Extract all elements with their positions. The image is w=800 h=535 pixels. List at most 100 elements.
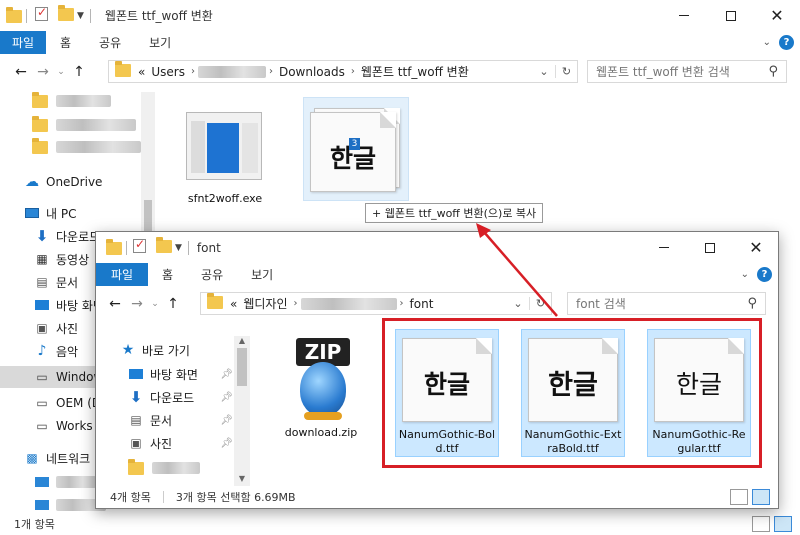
pin-icon[interactable]: 📌︎ (220, 438, 233, 449)
computer-icon (34, 475, 50, 489)
address-dropdown-icon[interactable]: ⌄ (533, 65, 555, 78)
sidebar-item-onedrive[interactable]: ☁ OneDrive (24, 171, 102, 193)
sidebar-item-this-pc[interactable]: 내 PC (24, 202, 76, 224)
details-view-button[interactable] (730, 489, 748, 505)
chevron-right-icon[interactable]: › (351, 66, 355, 77)
recent-dropdown-icon[interactable]: ⌄ (54, 67, 68, 77)
large-icons-view-button[interactable] (752, 489, 770, 505)
breadcrumb-downloads[interactable]: Downloads (279, 65, 345, 79)
sidebar-item-documents[interactable]: ▤ 문서 📌︎ (128, 409, 233, 431)
tab-file[interactable]: 파일 (96, 263, 148, 286)
tab-home[interactable]: 홈 (46, 31, 85, 54)
sidebar-item-desktop[interactable]: 바탕 화면 📌︎ (128, 363, 233, 385)
address-bar[interactable]: « Users › › Downloads › 웹폰트 ttf_woff 변환 … (108, 60, 578, 83)
address-dropdown-icon[interactable]: ⌄ (507, 297, 529, 310)
sidebar-item-downloads[interactable]: ⬇ 다운로드 (34, 225, 100, 247)
file-item-nanumgothic-regular[interactable]: 한글 NanumGothic-Regular.ttf (647, 329, 751, 457)
file-item-nanumgothic-bold[interactable]: 한글 NanumGothic-Bold.ttf (395, 329, 499, 457)
sidebar-label: OneDrive (46, 175, 103, 189)
tab-view[interactable]: 보기 (237, 263, 287, 286)
new-folder-icon[interactable] (58, 4, 74, 24)
network-icon: ▩ (26, 451, 38, 465)
sidebar-item-videos[interactable]: ▦ 동영상 (34, 248, 89, 270)
chevron-right-icon[interactable]: › (294, 298, 298, 309)
forward-arrow-icon[interactable]: → (126, 296, 148, 312)
close-button[interactable]: ✕ (733, 232, 779, 263)
pin-icon[interactable]: 📌︎ (220, 369, 233, 380)
help-icon[interactable]: ? (757, 267, 772, 282)
sidebar-pinned-folder[interactable] (32, 114, 136, 136)
file-item-sfnt2woff[interactable]: sfnt2woff.exe (180, 108, 270, 208)
recent-dropdown-icon[interactable]: ⌄ (148, 299, 162, 309)
back-arrow-icon[interactable]: ← (10, 64, 32, 80)
close-button[interactable]: ✕ (754, 0, 800, 31)
drive-icon: ▭ (36, 396, 48, 410)
chevron-right-icon[interactable]: › (191, 66, 195, 77)
breadcrumb-overflow[interactable]: « (138, 65, 145, 79)
quick-access-dropdown-icon[interactable]: ▼ (175, 243, 182, 253)
dragged-files-thumbnail[interactable]: 한글 3 (303, 97, 409, 201)
quick-access-dropdown-icon[interactable]: ▼ (77, 11, 84, 21)
large-icons-view-button[interactable] (774, 516, 792, 532)
sidebar-item-documents[interactable]: ▤ 문서 (34, 271, 78, 293)
ribbon-expand-icon[interactable]: ⌄ (741, 269, 749, 280)
properties-icon[interactable] (35, 5, 48, 24)
tab-file[interactable]: 파일 (0, 31, 46, 54)
up-arrow-icon[interactable]: ↑ (162, 296, 184, 312)
star-icon: ★ (121, 342, 135, 358)
search-input[interactable]: 웹폰트 ttf_woff 변환 검색 ⚲ (587, 60, 787, 83)
sidebar-item-music[interactable]: ♪ 음악 (34, 340, 79, 362)
sidebar-item-downloads[interactable]: ⬇ 다운로드 📌︎ (128, 386, 233, 408)
file-item-nanumgothic-extrabold[interactable]: 한글 NanumGothic-ExtraBold.ttf (521, 329, 625, 457)
search-icon[interactable]: ⚲ (768, 64, 778, 79)
details-view-button[interactable] (752, 516, 770, 532)
sidebar-item-network-pc[interactable] (34, 471, 96, 493)
minimize-button[interactable] (641, 232, 687, 263)
breadcrumb-users[interactable]: Users (151, 65, 185, 79)
file-item-download-zip[interactable]: ZIP download.zip (276, 328, 366, 443)
sidebar-item-pictures[interactable]: ▣ 사진 (34, 317, 78, 339)
properties-icon[interactable] (133, 237, 146, 256)
tab-home[interactable]: 홈 (148, 263, 187, 286)
breadcrumb-current[interactable]: font (410, 297, 434, 311)
sidebar-label: 동영상 (56, 252, 90, 267)
maximize-button[interactable] (708, 0, 754, 31)
search-placeholder: font 검색 (576, 297, 626, 311)
forward-arrow-icon[interactable]: → (32, 64, 54, 80)
chevron-right-icon[interactable]: › (269, 66, 273, 77)
ribbon: 파일 홈 공유 보기 ⌄ ? (96, 263, 778, 286)
help-icon[interactable]: ? (779, 35, 794, 50)
sidebar-item-desktop[interactable]: 바탕 화면 (34, 294, 104, 316)
tab-share[interactable]: 공유 (187, 263, 237, 286)
breadcrumb-webdesign[interactable]: 웹디자인 (243, 295, 287, 312)
sidebar-scrollbar[interactable]: ▲ ▼ (234, 336, 250, 486)
search-input[interactable]: font 검색 ⚲ (567, 292, 766, 315)
sidebar-item-network[interactable]: ▩ 네트워크 (24, 447, 90, 469)
minimize-button[interactable] (661, 0, 707, 31)
computer-icon (34, 498, 50, 512)
chevron-right-icon[interactable]: › (400, 298, 404, 309)
sidebar-scrollbar[interactable] (141, 92, 155, 242)
refresh-icon[interactable]: ↻ (555, 65, 577, 78)
sidebar-item-quick-access[interactable]: ★ 바로 가기 (120, 339, 190, 361)
sidebar-pinned-folder[interactable] (128, 457, 200, 479)
address-bar[interactable]: « 웹디자인 › › font ⌄ ↻ (200, 292, 552, 315)
sidebar-item-works[interactable]: ▭ Works ( (34, 415, 101, 437)
sidebar-pinned-folder[interactable] (32, 90, 111, 112)
refresh-icon[interactable]: ↻ (529, 297, 551, 310)
breadcrumb-overflow[interactable]: « (230, 297, 237, 311)
pin-icon[interactable]: 📌︎ (220, 415, 233, 426)
tab-share[interactable]: 공유 (85, 31, 135, 54)
pin-icon[interactable]: 📌︎ (220, 392, 233, 403)
breadcrumb-current[interactable]: 웹폰트 ttf_woff 변환 (361, 63, 469, 80)
new-folder-icon[interactable] (156, 236, 172, 256)
up-arrow-icon[interactable]: ↑ (68, 64, 90, 80)
tab-view[interactable]: 보기 (135, 31, 185, 54)
back-arrow-icon[interactable]: ← (104, 296, 126, 312)
maximize-button[interactable] (687, 232, 733, 263)
search-icon[interactable]: ⚲ (747, 296, 757, 311)
ribbon-expand-icon[interactable]: ⌄ (763, 37, 771, 48)
sidebar-item-oem[interactable]: ▭ OEM (D (34, 392, 101, 414)
sidebar-pinned-folder[interactable] (32, 136, 141, 158)
sidebar-item-pictures[interactable]: ▣ 사진 📌︎ (128, 432, 233, 454)
